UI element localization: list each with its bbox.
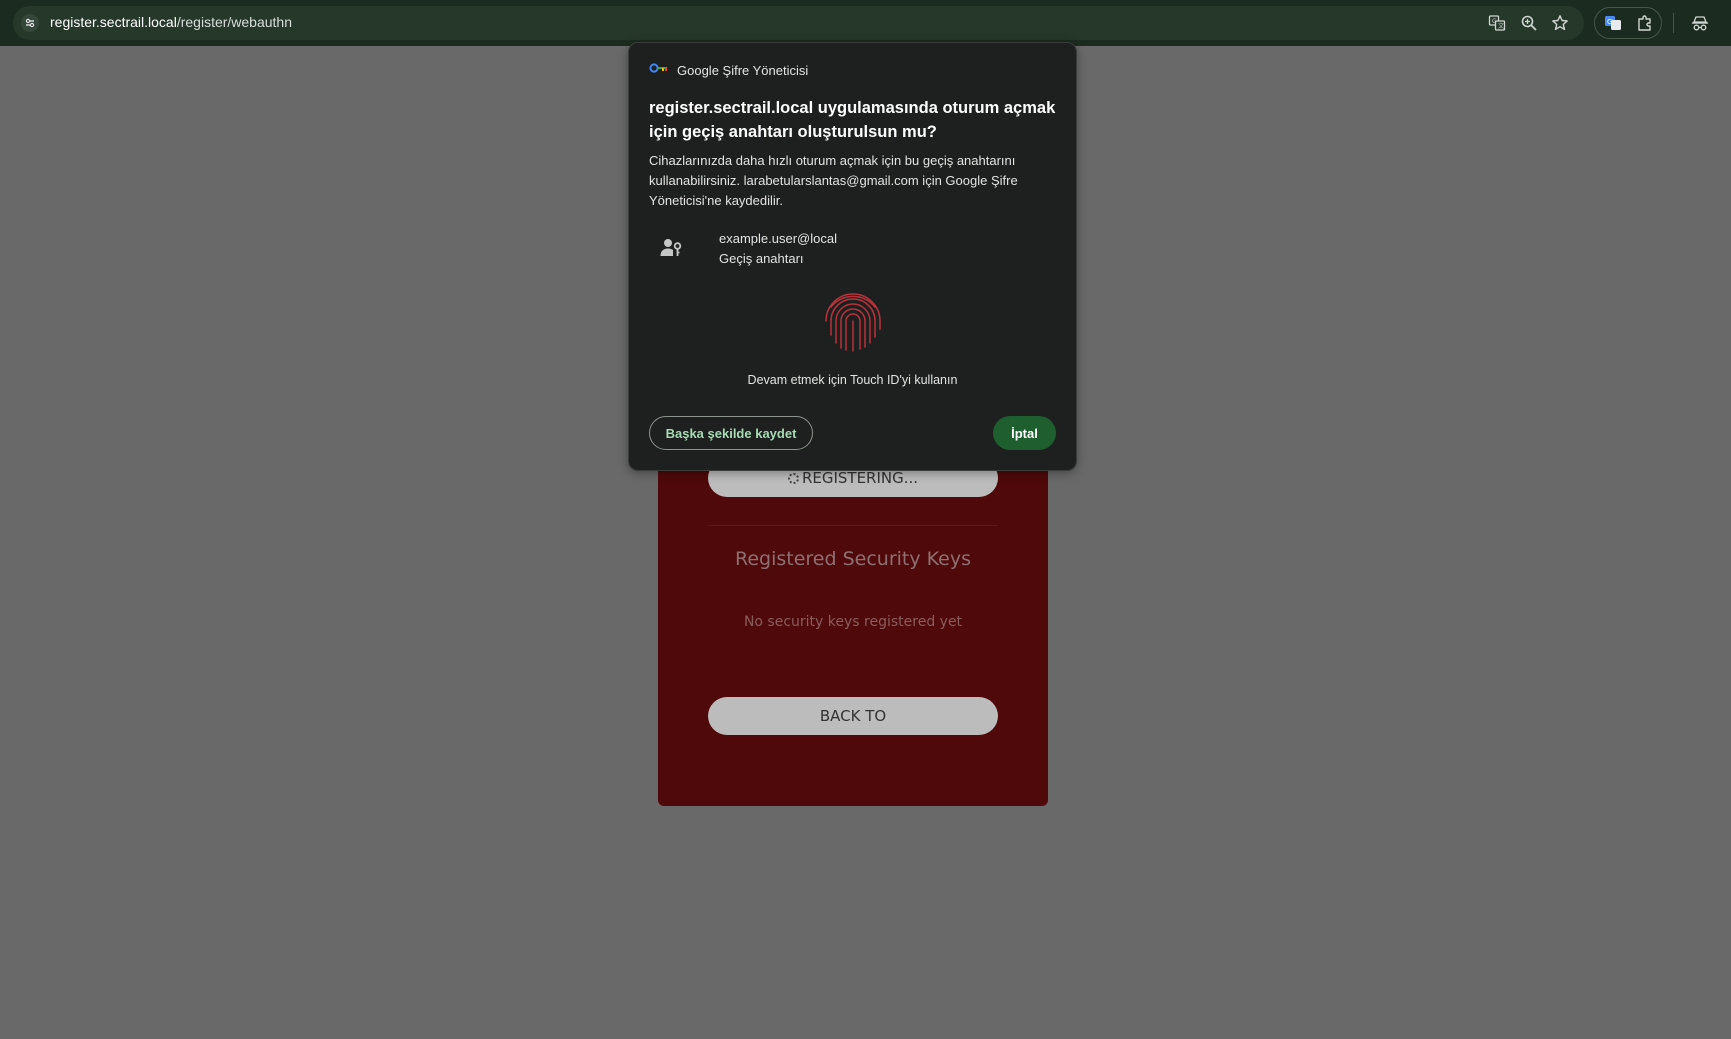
incognito-icon[interactable] [1691,14,1709,32]
loading-spinner-icon [787,472,799,484]
account-row: example.user@local Geçiş anahtarı [649,228,1059,270]
svg-text:G: G [1492,18,1497,25]
dialog-description: Cihazlarınızda daha hızlı oturum açmak i… [649,153,1018,208]
back-label: BACK TO [819,707,887,725]
site-info-icon[interactable] [21,14,39,32]
cancel-button[interactable]: İptal [993,416,1056,450]
dialog-title: register.sectrail.local uygulamasında ot… [649,99,1056,141]
card-divider [708,525,998,526]
account-username: example.user@local [719,231,837,246]
passkey-dialog: Google Şifre Yöneticisi register.sectrai… [628,42,1077,471]
dialog-app-name: Google Şifre Yöneticisi [677,62,809,78]
webauthn-card: REGISTERING... Registered Security Keys … [658,457,1048,806]
extensions-puzzle-icon[interactable] [1636,14,1654,32]
password-manager-key-icon [649,61,669,80]
back-button[interactable]: BACK TO [708,697,998,735]
svg-text:文: 文 [1498,22,1504,30]
passkey-person-icon [659,236,683,260]
extensions-group: G [1594,7,1662,39]
address-bar[interactable]: register.sectrail.local/register/webauth… [13,6,1584,40]
account-type: Geçiş anahtarı [719,251,804,266]
registered-keys-title: Registered Security Keys [734,548,971,570]
translate-extension-icon[interactable]: G [1604,14,1622,32]
svg-text:G: G [1607,18,1612,26]
empty-keys-text: No security keys registered yet [743,614,963,630]
url-path: /register/webauthn [176,14,293,30]
fingerprint-icon [819,287,887,355]
url-host: register.sectrail.local [50,14,177,30]
bookmark-star-icon[interactable] [1551,14,1569,32]
translate-icon[interactable]: G 文 [1488,14,1506,32]
toolbar-separator [1673,13,1674,33]
browser-toolbar: register.sectrail.local/register/webauth… [0,0,1731,46]
dialog-header: Google Şifre Yöneticisi [649,61,808,79]
touch-id-prompt: Devam etmek için Touch ID'yi kullanın [747,373,958,387]
registering-label: REGISTERING... [801,469,919,487]
save-another-way-button[interactable]: Başka şekilde kaydet [649,416,813,450]
zoom-icon[interactable] [1520,14,1538,32]
url-text[interactable]: register.sectrail.local/register/webauth… [50,14,292,30]
